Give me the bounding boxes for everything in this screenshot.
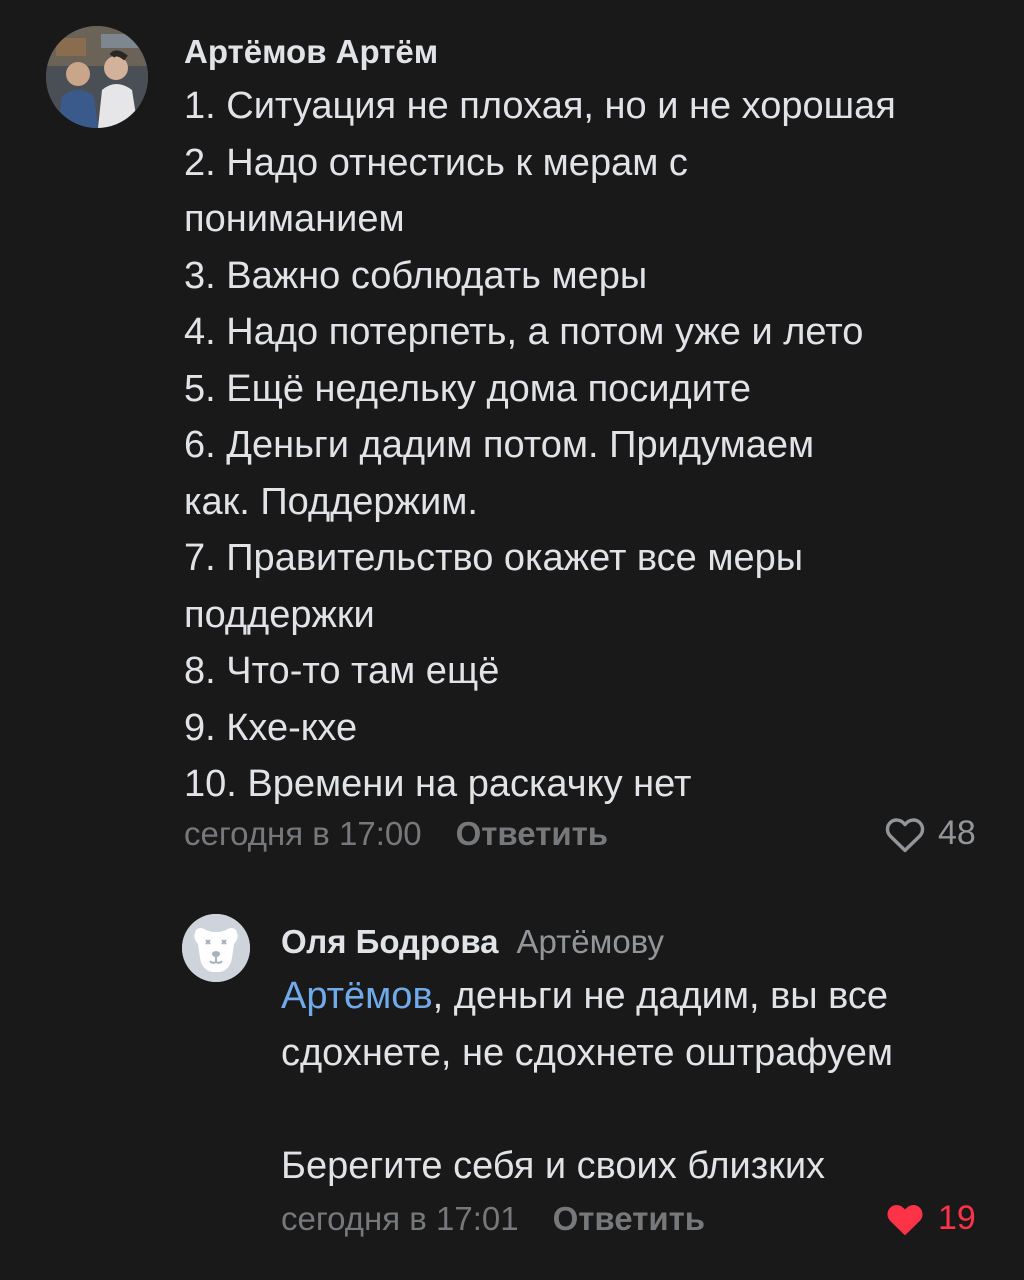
comment-timestamp: сегодня в 17:01 xyxy=(281,1200,519,1237)
comment-author-line: Оля Бодрова Артёмову xyxy=(281,923,664,961)
comment-text-line: 5. Ещё недельку дома посидите xyxy=(184,367,752,410)
default-dog-avatar-icon xyxy=(182,914,250,982)
comment-author[interactable]: Оля Бодрова xyxy=(281,923,499,960)
reply-button[interactable]: Ответить xyxy=(553,1200,706,1237)
like-count: 48 xyxy=(938,814,976,852)
comment-text-line: как. Поддержим. xyxy=(184,480,478,523)
avatar[interactable] xyxy=(182,914,250,982)
reply-button[interactable]: Ответить xyxy=(456,815,609,852)
like-button[interactable]: 19 xyxy=(884,1199,976,1238)
reply-to-link[interactable]: Артёмову xyxy=(517,923,664,960)
comment-meta: сегодня в 17:00 Ответить xyxy=(184,815,608,853)
comment-text-line: 2. Надо отнестись к мерам с xyxy=(184,141,688,184)
comment-text: Артёмов, деньги не дадим, вы все сдохнет… xyxy=(281,968,893,1194)
comment-text-line: поддержки xyxy=(184,593,375,636)
comment-text-line: 7. Правительство окажет все меры xyxy=(184,537,804,579)
comment-author[interactable]: Артёмов Артём xyxy=(184,33,438,71)
like-count: 19 xyxy=(938,1199,976,1237)
comment-text-blank-line xyxy=(281,1081,893,1138)
heart-filled-icon xyxy=(887,1204,923,1235)
comment-text-line: 9. Кхе-кхе xyxy=(184,706,358,749)
like-button[interactable]: 48 xyxy=(884,814,976,853)
comment-text-line: Берегите себя и своих близких xyxy=(281,1144,826,1187)
avatar-photo-image xyxy=(46,26,148,128)
comment-timestamp: сегодня в 17:00 xyxy=(184,815,422,852)
comment-text-line: 6. Деньги дадим потом. Придумаем xyxy=(184,424,815,466)
comment-text-line: 4. Надо потерпеть, а потом уже и лето xyxy=(184,311,864,353)
comment-text: 1. Ситуация не плохая, но и не хорошая 2… xyxy=(184,78,896,813)
mention-link[interactable]: Артёмов xyxy=(281,975,433,1017)
comment-meta: сегодня в 17:01 Ответить xyxy=(281,1200,705,1238)
comment-text-line: 1. Ситуация не плохая, но и не хорошая xyxy=(184,85,896,127)
comment-text-line: 3. Важно соблюдать меры xyxy=(184,254,648,297)
comment-text-fragment: , деньги не дадим, вы все xyxy=(432,975,889,1017)
comment-text-line: Артёмов, деньги не дадим, вы все xyxy=(281,968,893,1025)
comment-text-line: 8. Что-то там ещё xyxy=(184,650,500,692)
comment-text-line: пониманием xyxy=(184,198,405,240)
comment-text-line: сдохнете, не сдохнете оштрафуем xyxy=(281,1031,894,1074)
comment-text-line: 10. Времени на раскачку нет xyxy=(184,763,692,805)
avatar[interactable] xyxy=(46,26,148,128)
heart-outline-icon xyxy=(885,817,925,852)
